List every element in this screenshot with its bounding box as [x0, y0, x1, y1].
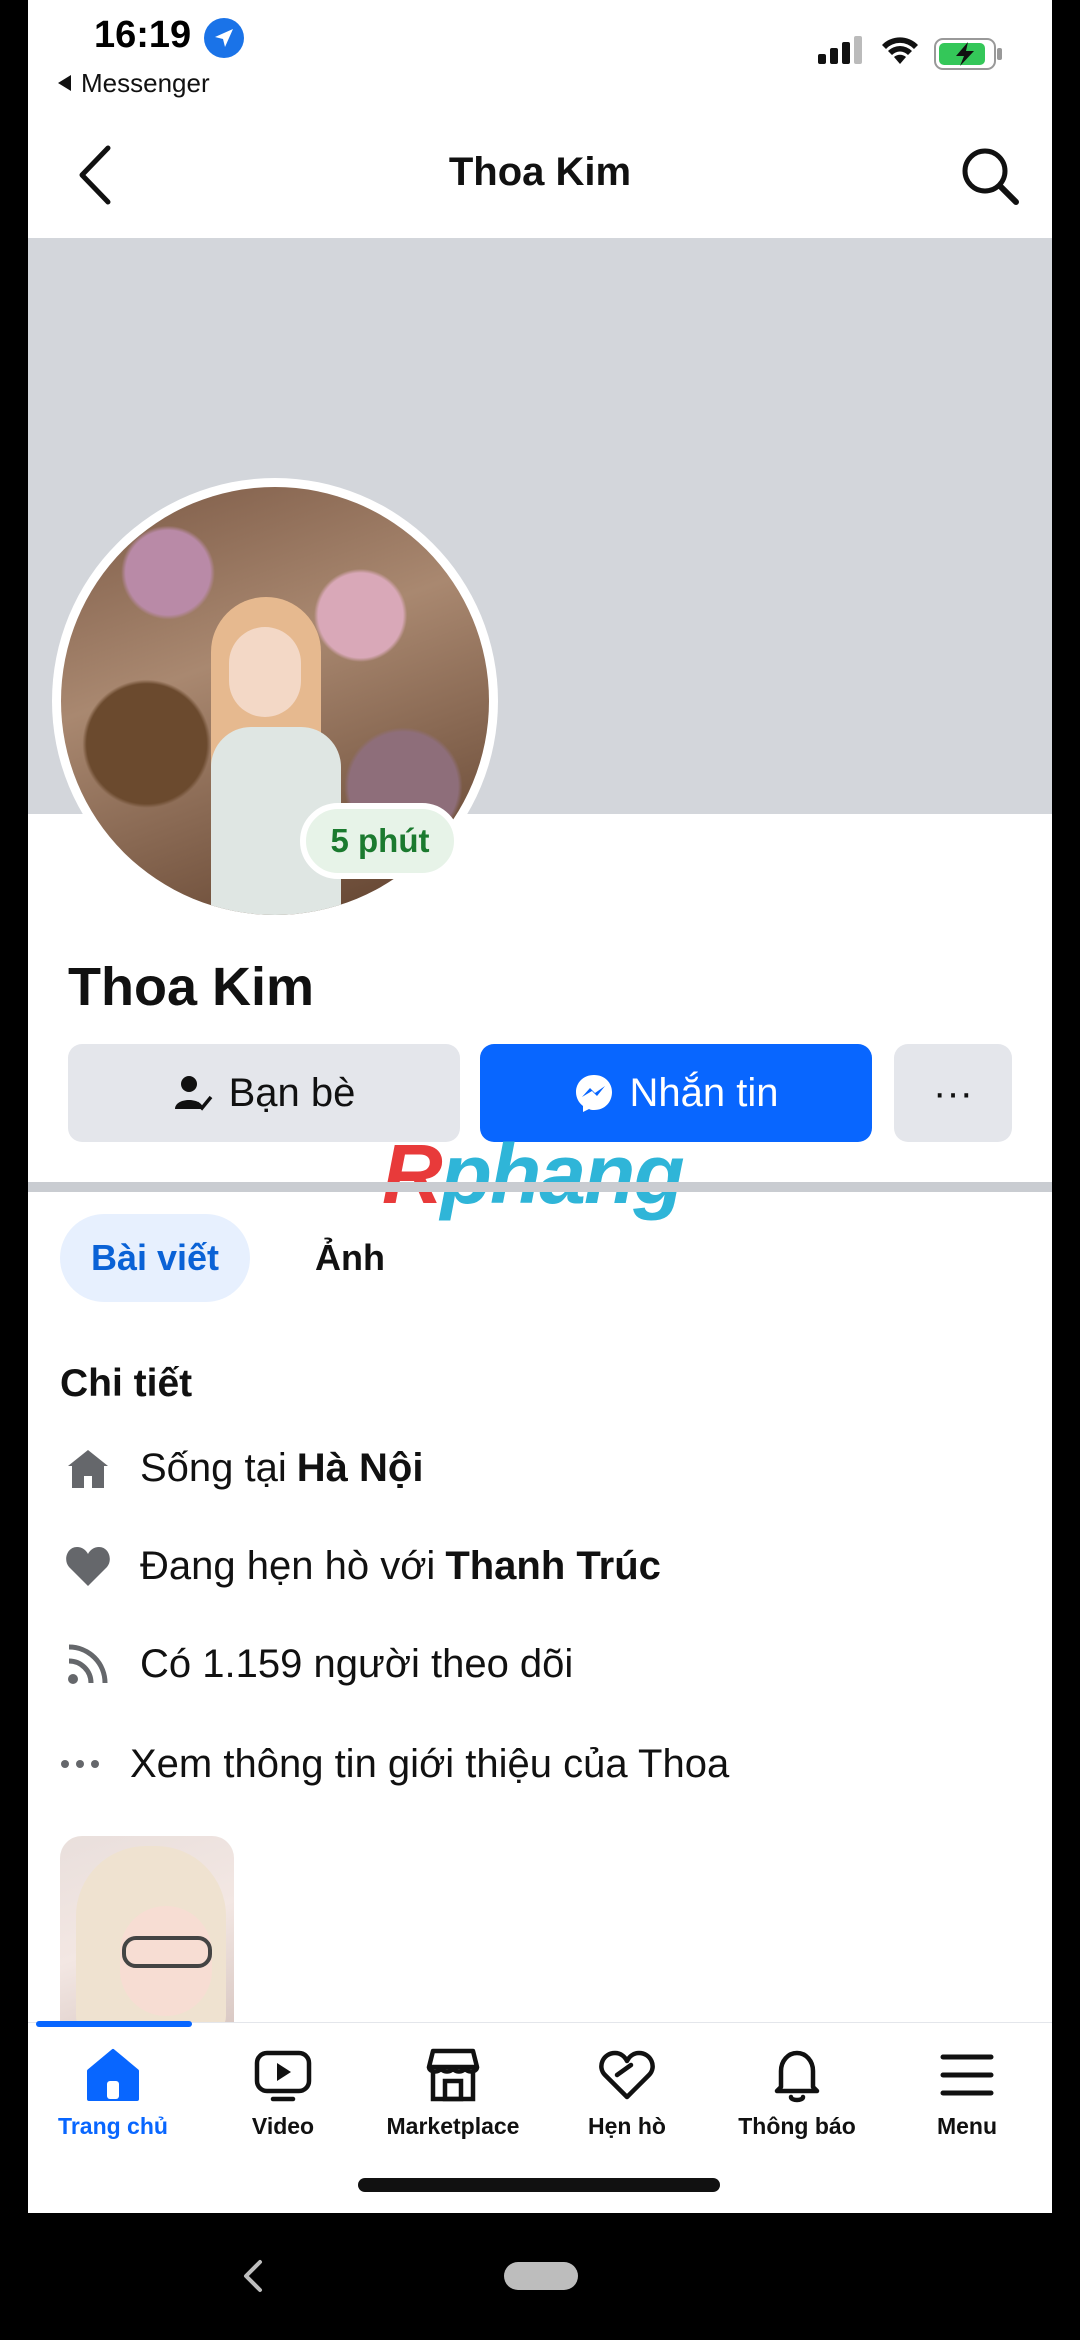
marketplace-icon [426, 2048, 480, 2102]
page-title: Thoa Kim [448, 150, 632, 194]
lives-in-prefix: Sống tại [140, 1445, 287, 1490]
battery-charging-icon [934, 38, 1002, 70]
home-indicator-bar[interactable] [358, 2178, 720, 2192]
section-divider [28, 1182, 1052, 1192]
cellular-signal-icon [818, 36, 862, 64]
menu-icon [940, 2054, 994, 2096]
heart-icon [60, 1538, 116, 1594]
tab-marketplace-label: Marketplace [386, 2113, 520, 2139]
top-navigation-bar: Thoa Kim [28, 110, 1052, 238]
status-bar: 16:19 Messenger [28, 0, 1052, 110]
dating-icon [599, 2050, 655, 2100]
friends-button-label: Bạn bè [228, 1070, 356, 1115]
active-tab-indicator [36, 2021, 192, 2027]
android-home-pill[interactable] [504, 2262, 578, 2290]
home-outline-icon [60, 1440, 116, 1496]
facebook-profile-screen: 16:19 Messenger Thoa Kim 5 phút Thoa Kim… [28, 0, 1052, 2213]
tab-photos[interactable]: Ảnh [290, 1214, 410, 1302]
featured-photo-thumbnail[interactable] [60, 1836, 234, 2030]
status-time: 16:19 [94, 14, 192, 56]
tab-dating[interactable]: Hẹn hò [542, 2045, 712, 2140]
watermark-logo: Rphang [382, 1126, 685, 1223]
avatar-face [229, 627, 301, 717]
bell-icon [774, 2050, 820, 2103]
tab-notifications-label: Thông báo [738, 2113, 856, 2139]
tab-posts[interactable]: Bài viết [60, 1214, 250, 1302]
watermark-rest: phang [440, 1127, 685, 1221]
detail-relationship: Đang hẹn hò với Thanh Trúc [60, 1536, 1020, 1596]
android-back-icon[interactable] [238, 2258, 268, 2294]
active-status-badge: 5 phút [300, 803, 460, 879]
wifi-icon [882, 37, 918, 64]
location-arrow-icon [204, 18, 244, 58]
tab-menu-label: Menu [936, 2113, 998, 2139]
tab-notifications[interactable]: Thông báo [712, 2045, 882, 2140]
messenger-icon [575, 1075, 612, 1112]
tab-dating-label: Hẹn hò [588, 2113, 666, 2139]
back-to-messenger-link[interactable]: Messenger [58, 68, 210, 99]
relationship-prefix: Đang hẹn hò với [140, 1543, 436, 1588]
more-options-button[interactable]: ··· [894, 1044, 1012, 1142]
tab-marketplace[interactable]: Marketplace [368, 2045, 538, 2140]
detail-lives-in: Sống tại Hà Nội [60, 1438, 1020, 1498]
lives-in-value[interactable]: Hà Nội [297, 1446, 424, 1491]
ellipsis-icon [60, 1736, 100, 1792]
tab-video-label: Video [251, 2113, 315, 2139]
search-icon[interactable] [958, 144, 1022, 208]
relationship-partner[interactable]: Thanh Trúc [445, 1544, 661, 1589]
detail-see-about[interactable]: Xem thông tin giới thiệu của Thoa [60, 1734, 1020, 1794]
thumb-glasses [122, 1936, 212, 1968]
video-icon [254, 2050, 312, 2102]
tab-menu[interactable]: Menu [882, 2045, 1052, 2140]
message-button-label: Nhắn tin [629, 1070, 779, 1115]
rss-followers-icon [60, 1636, 116, 1692]
friend-check-icon [174, 1076, 212, 1111]
home-icon [87, 2049, 139, 2101]
see-about-text: Xem thông tin giới thiệu của Thoa [130, 1741, 730, 1786]
profile-name: Thoa Kim [68, 957, 315, 1017]
detail-followers[interactable]: Có 1.159 người theo dõi [60, 1634, 1020, 1694]
watermark-r: R [382, 1127, 443, 1221]
followers-text: Có 1.159 người theo dõi [140, 1641, 574, 1686]
details-heading: Chi tiết [60, 1362, 193, 1405]
back-app-label: Messenger [81, 68, 210, 98]
tab-home[interactable]: Trang chủ [28, 2045, 198, 2140]
more-options-label: ··· [933, 1070, 973, 1115]
tab-home-label: Trang chủ [58, 2113, 168, 2139]
tab-video[interactable]: Video [198, 2045, 368, 2140]
